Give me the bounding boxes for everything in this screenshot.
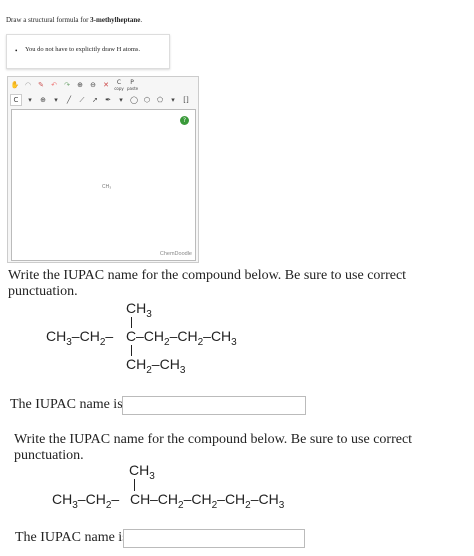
zoom-in-icon[interactable]: ⊕ [75,80,85,90]
q3-top-substituent: CH3 [129,462,155,482]
q2-main-chain-left: CH3–CH2– [46,328,114,348]
copy-button[interactable]: Ccopy [114,80,124,92]
question-1-prefix: Draw a structural formula for [6,16,91,24]
editor-toolbar-top: ✋ ◠ ✎ ↶ ↷ ⊕ ⊖ ✕ Ccopy Ppaste [10,78,196,92]
chevron-down-icon[interactable]: ▾ [168,95,178,105]
ring-icon[interactable]: ◯ [129,95,139,105]
q3-main-chain-left: CH3–CH2– [52,491,120,511]
question-1-suffix: . [140,16,143,24]
bold-bond-icon[interactable]: ➚ [90,95,100,105]
q2-bottom-substituent: CH2–CH3 [126,356,186,376]
pen-icon[interactable]: ✒ [103,95,113,105]
help-icon[interactable]: ? [180,116,189,125]
q3-answer-input[interactable] [123,529,305,548]
question-1-compound: 3-methylheptane [90,16,141,24]
q2-bond-top [131,317,132,328]
chevron-down-icon[interactable]: ▾ [116,95,126,105]
pentagon-icon[interactable]: ⬠ [155,95,165,105]
q3-central-carbon: CH [130,491,151,507]
hexagon-icon[interactable]: ⬡ [142,95,152,105]
q2-main-chain-right: –CH2–CH2–CH3 [136,328,237,348]
chevron-down-icon[interactable]: ▾ [51,95,61,105]
single-bond-icon[interactable]: ╱ [64,95,74,105]
q3-bond-top [134,479,135,491]
question-3-prompt: Write the IUPAC name for the compound be… [14,432,413,463]
question-2-prompt: Write the IUPAC name for the compound be… [8,268,407,299]
chemdoodle-brand: ChemDoodle [159,251,192,257]
q2-answer-input[interactable] [122,396,306,415]
redo-icon[interactable]: ↷ [62,80,72,90]
drawing-canvas[interactable]: ? CH₃ ChemDoodle [11,109,196,261]
lasso-icon[interactable]: ◠ [23,80,33,90]
editor-toolbar-bottom: C ▾ ⊕ ▾ ╱ ⟋ ➚ ✒ ▾ ◯ ⬡ ⬠ ▾ [] [10,93,196,107]
charge-icon[interactable]: ⊕ [38,95,48,105]
chevron-down-icon[interactable]: ▾ [25,95,35,105]
q2-top-substituent: CH3 [126,300,152,320]
q2-central-carbon: C [126,328,137,344]
bullet-icon: • [15,47,18,55]
q3-answer-label: The IUPAC name is [15,530,128,545]
zoom-out-icon[interactable]: ⊖ [88,80,98,90]
hint-note: • You do not have to explicitly draw H a… [6,34,170,69]
clear-icon[interactable]: ✕ [101,80,111,90]
chemdoodle-editor: ✋ ◠ ✎ ↶ ↷ ⊕ ⊖ ✕ Ccopy Ppaste C ▾ ⊕ ▾ ╱ ⟋… [7,76,199,263]
canvas-molecule-label: CH₃ [102,184,112,190]
question-1-text: Draw a structural formula for 3-methylhe… [6,16,142,24]
undo-icon[interactable]: ↶ [49,80,59,90]
hand-icon[interactable]: ✋ [10,80,20,90]
paste-button[interactable]: Ppaste [127,80,138,92]
q2-bond-bottom [131,345,132,356]
q2-answer-label: The IUPAC name is [10,397,123,412]
wedge-bond-icon[interactable]: ⟋ [77,95,87,105]
atom-selector[interactable]: C [10,94,22,106]
hint-text: You do not have to explicitly draw H ato… [25,46,141,53]
bracket-icon[interactable]: [] [181,95,191,105]
eraser-icon[interactable]: ✎ [36,80,46,90]
q3-main-chain-right: –CH2–CH2–CH2–CH3 [150,491,285,511]
